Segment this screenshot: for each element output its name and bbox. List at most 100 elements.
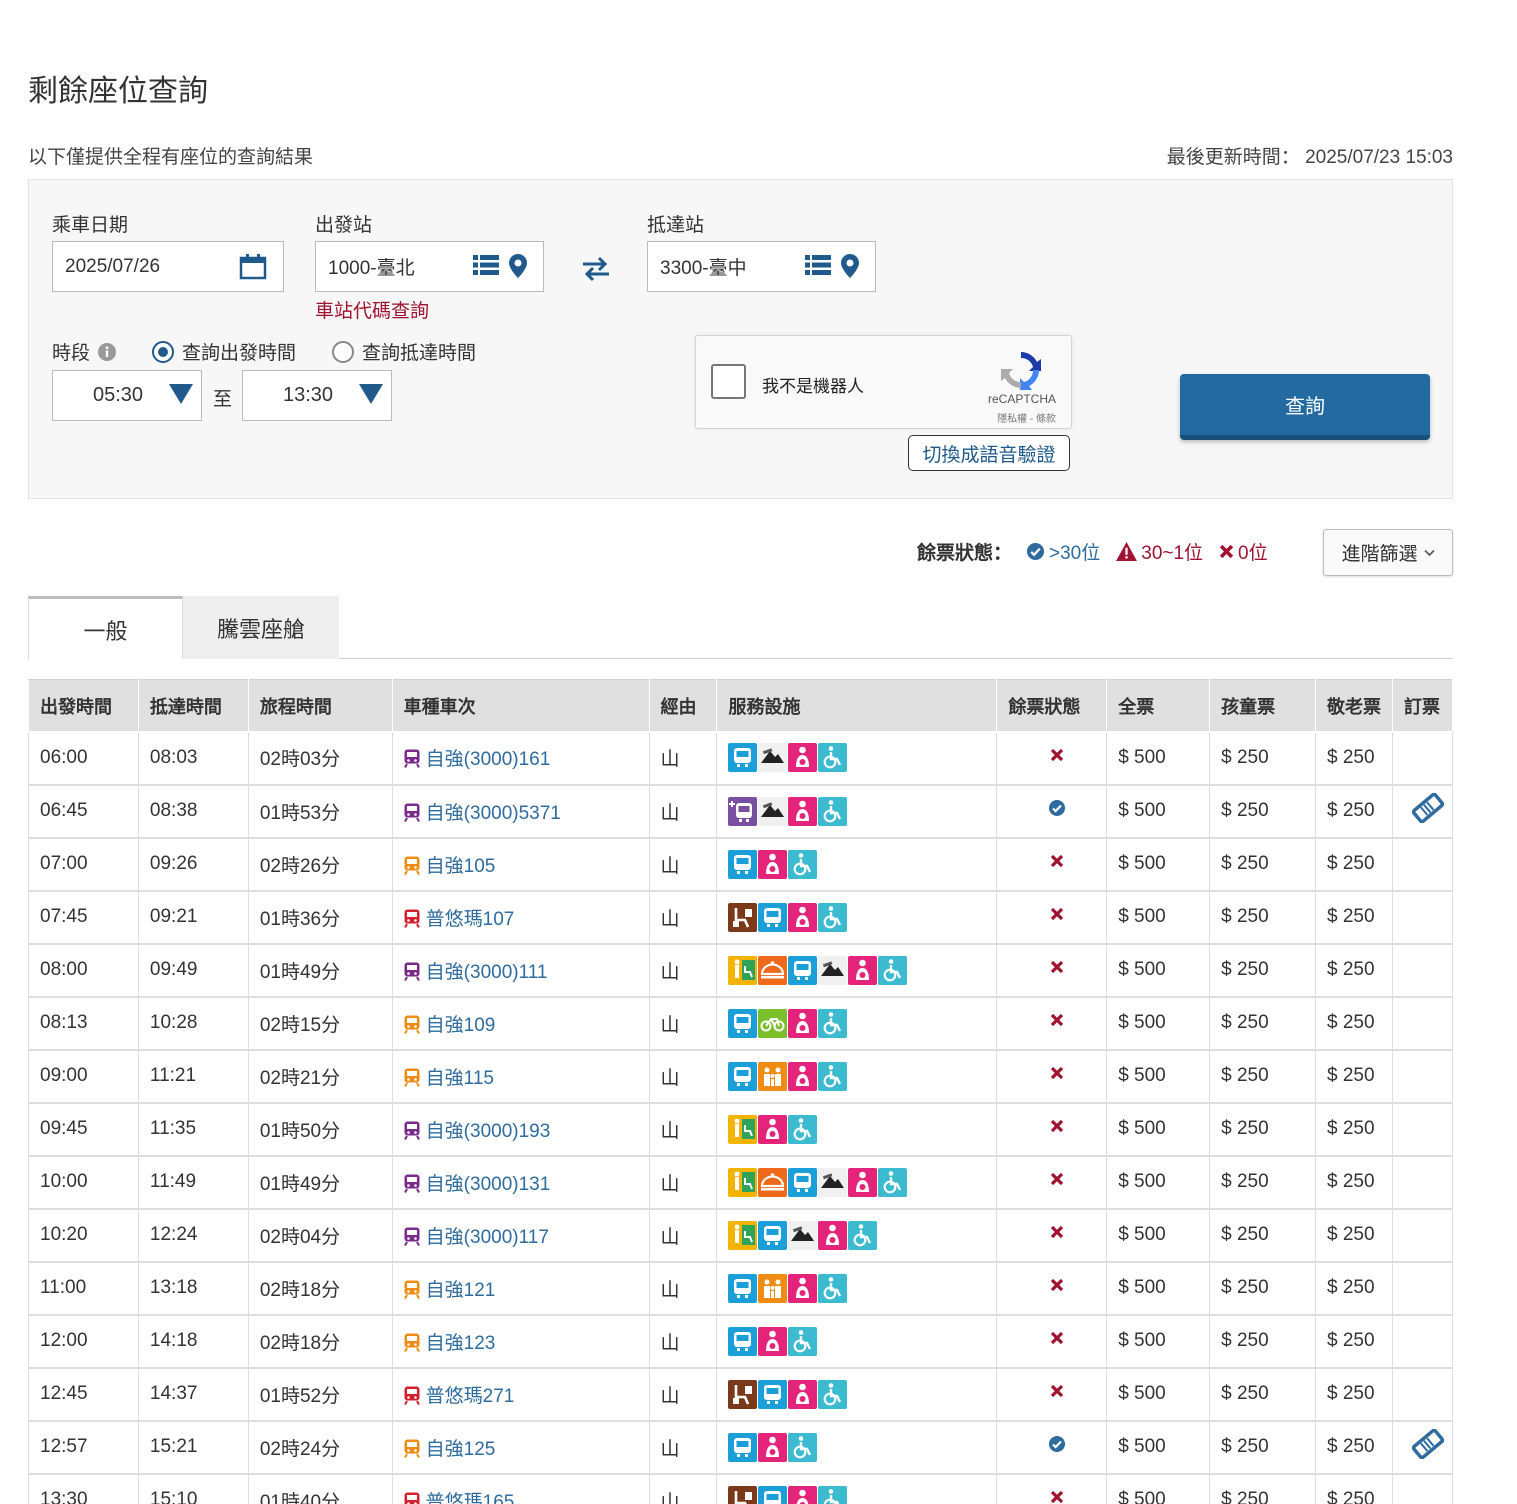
check-circle-icon [1049,1436,1066,1452]
train-number-link[interactable]: 自強125 [426,1439,496,1460]
train-number-link[interactable]: 普悠瑪165 [426,1492,515,1504]
train-number-link[interactable]: 自強109 [426,1015,496,1036]
tab-business-class[interactable]: 騰雲座艙 [183,596,339,659]
seat-status [996,1102,1108,1157]
recaptcha-checkbox[interactable] [711,364,746,399]
family-seat-icon [728,1114,758,1144]
bus-icon [758,1220,788,1250]
departure-time: 12:57 [28,1420,139,1475]
list-icon[interactable] [805,254,831,276]
train-number-link[interactable]: 自強121 [426,1280,496,1301]
seat-status [996,731,1108,786]
chevron-down-icon [169,384,193,404]
route-via: 山 [648,1049,718,1104]
to-station-value: 3300-臺中 [660,258,747,279]
seat-status [996,1155,1108,1210]
price-child: $ 250 [1209,1420,1317,1475]
advanced-filter-button[interactable]: 進階篩選 [1323,529,1453,576]
route-via: 山 [648,1155,718,1210]
map-pin-icon[interactable] [509,254,527,278]
train-number-link[interactable]: 自強(3000)111 [426,962,548,983]
calendar-icon[interactable] [239,254,267,280]
seat-status [996,1473,1108,1504]
seat-status [996,996,1108,1051]
route-via: 山 [648,943,718,998]
date-input[interactable]: 2025/07/26 [52,241,284,292]
tab-general[interactable]: 一般 [28,596,183,660]
to-station-input[interactable]: 3300-臺中 [647,241,876,292]
departure-time: 11:00 [28,1261,139,1316]
book-ticket-icon[interactable] [1411,792,1445,824]
x-icon [1051,854,1064,868]
facilities-cell [716,1367,998,1422]
bus-icon [758,902,788,932]
route-via: 山 [648,837,718,892]
table-row: 06:45 08:38 01時53分 自強(3000)5371 山 $ 500 $ 250 $… [28,784,1454,839]
search-button[interactable]: 查詢 [1180,374,1430,440]
price-child: $ 250 [1209,890,1317,945]
list-icon[interactable] [473,254,499,276]
radio-query-arrival[interactable]: 查詢抵達時間 [332,338,476,365]
facilities-cell [716,1155,998,1210]
route-via: 山 [648,1420,718,1475]
train-cell: 普悠瑪107 [391,890,650,945]
time-from-select[interactable]: 05:30 [52,370,202,421]
wheelchair-icon [818,1485,848,1504]
nursing-room-icon [788,743,818,773]
bus-icon [728,743,758,773]
booking-cell [1391,943,1454,998]
map-pin-icon[interactable] [841,254,859,278]
time-to-select[interactable]: 13:30 [242,370,392,421]
wheelchair-icon [818,1273,848,1303]
duration: 02時26分 [247,837,393,892]
arrival-time: 15:10 [137,1473,249,1504]
booking-cell [1391,1102,1454,1157]
price-senior: $ 250 [1315,1367,1393,1422]
train-number-link[interactable]: 自強(3000)161 [426,749,551,770]
wheelchair-icon [878,1167,908,1197]
bus-icon [728,1008,758,1038]
train-number-link[interactable]: 普悠瑪271 [426,1386,515,1407]
booking-cell [1391,1049,1454,1104]
station-code-lookup-link[interactable]: 車站代碼查詢 [315,296,429,323]
train-number-link[interactable]: 自強115 [426,1068,494,1089]
swap-stations-icon[interactable] [581,256,611,282]
book-ticket-icon[interactable] [1411,1428,1445,1460]
train-number-link[interactable]: 自強(3000)5371 [426,803,561,824]
family-seat-icon [728,1167,758,1197]
seat-status [996,837,1108,892]
price-child: $ 250 [1209,943,1317,998]
recaptcha-terms-link[interactable]: 隱私權 - 條款 [997,410,1056,425]
from-station-input[interactable]: 1000-臺北 [315,241,544,292]
nursing-room-icon [758,1114,788,1144]
booking-cell [1391,996,1454,1051]
train-number-link[interactable]: 自強(3000)193 [426,1121,551,1142]
seat-type-tabs: 一般 騰雲座艙 [28,596,1453,660]
column-header: 經由 [648,679,718,732]
audio-captcha-button[interactable]: 切換成語音驗證 [908,435,1070,471]
price-full: $ 500 [1106,1102,1211,1157]
radio-query-departure[interactable]: 查詢出發時間 [152,338,296,365]
bento-icon [758,796,788,826]
train-cell: 自強125 [391,1420,650,1475]
train-number-link[interactable]: 自強(3000)117 [426,1227,549,1248]
arrival-time: 13:18 [137,1261,249,1316]
table-row: 08:13 10:28 02時15分 自強109 山 $ 500 $ 250 $ 250 [28,996,1454,1051]
route-via: 山 [648,1314,718,1369]
booking-cell [1391,837,1454,892]
duration: 02時24分 [247,1420,393,1475]
seat-icon [728,1485,758,1504]
chevron-down-icon [1423,549,1435,556]
train-number-link[interactable]: 自強123 [426,1333,496,1354]
facilities-cell [716,837,998,892]
train-number-link[interactable]: 自強(3000)131 [426,1174,551,1195]
train-number-link[interactable]: 自強105 [426,856,496,877]
train-number-link[interactable]: 普悠瑪107 [426,909,515,930]
ticket-status-legend: 餘票狀態： >30位 30~1位 0位 [917,538,1284,565]
nursing-room-icon [788,1379,818,1409]
x-icon [1051,1278,1064,1292]
train-icon [403,803,420,822]
info-icon[interactable] [98,342,117,361]
train-cell: 自強(3000)161 [391,731,650,786]
booking-cell [1391,1420,1454,1475]
